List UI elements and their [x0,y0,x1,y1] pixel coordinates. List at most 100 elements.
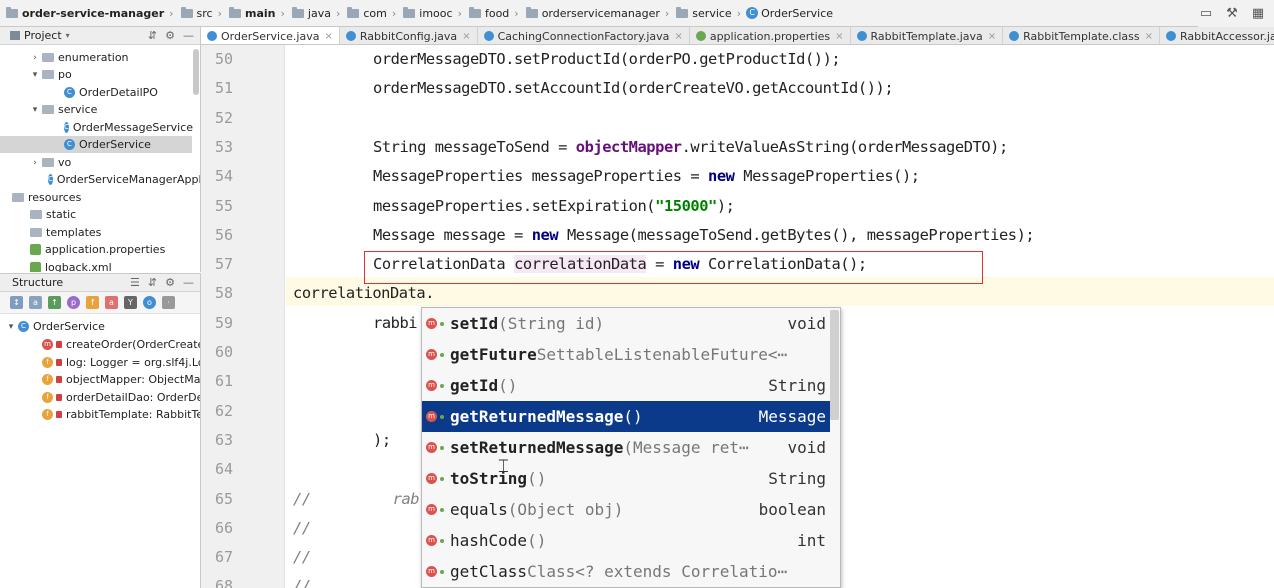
class-icon: C [18,321,29,332]
tree-item[interactable]: ▾ service [0,101,192,118]
breadcrumb-separator: › [169,6,174,20]
breadcrumb-item[interactable]: main › [227,0,290,26]
completion-method-name: getClass [450,562,528,581]
folder-icon [6,6,18,18]
project-tool-window: Project ▾ ⇵ ⚙ — › enumeration ▾ po C OrderDet… [0,27,201,272]
chevron-down-icon[interactable]: ▾ [6,322,16,332]
tree-item[interactable]: C OrderDetailPO [0,84,192,101]
completion-item[interactable]: m getReturnedMessage() Message [422,401,830,432]
completion-item[interactable]: m getFuture SettableListenableFuture<⋯ [422,339,840,370]
close-tab-icon[interactable]: × [988,31,996,42]
completion-item[interactable]: m toString() String [422,463,840,494]
breadcrumb-separator: › [335,6,341,20]
editor-tab[interactable]: RabbitTemplate.java × [851,27,1004,44]
editor-tab[interactable]: RabbitConfig.java × [340,27,478,44]
show-non-public-icon[interactable]: a [105,296,118,309]
completion-item[interactable]: m setReturnedMessage (Message ret⋯ void [422,432,840,463]
breadcrumb-label: java [307,6,331,20]
close-tab-icon[interactable]: × [462,31,470,42]
collapse-all-icon[interactable]: ⇵ [148,29,157,42]
tree-item[interactable]: C OrderService [0,136,192,153]
breadcrumb-item[interactable]: java › [290,0,345,26]
breadcrumb-item[interactable]: food › [467,0,524,26]
completion-params: (Object obj) [507,500,624,519]
project-structure-icon[interactable]: ▦ [1250,6,1266,21]
hide-panel-icon[interactable]: — [183,29,194,42]
breadcrumb-item[interactable]: orderservicemanager › [524,0,675,26]
sort-by-visibility-icon[interactable]: ↕ [10,296,23,309]
show-inherited-icon[interactable]: ↑ [48,296,61,309]
code-completion-popup[interactable]: m setId (String id) void m getFuture Settable… [421,307,841,588]
project-panel-title[interactable]: Project [24,29,62,42]
tree-item[interactable]: resources [0,189,192,206]
editor-tab[interactable]: CachingConnectionFactory.java × [478,27,690,44]
tab-label: RabbitAccessor.java [1180,29,1274,43]
tree-item[interactable]: application.properties [0,241,192,258]
completion-item[interactable]: m hashCode() int [422,525,840,556]
public-visibility-icon [440,476,444,481]
tree-item[interactable]: logback.xml [0,259,192,272]
chevron-right-icon[interactable]: › [30,158,40,168]
completion-method-name: setReturnedMessage [450,438,624,457]
close-tab-icon[interactable]: × [1145,31,1153,42]
chevron-down-icon[interactable]: ▾ [30,105,40,115]
editor-tab[interactable]: OrderService.java × [201,27,340,44]
breadcrumb-item[interactable]: imooc › [401,0,467,26]
project-scrollbar[interactable] [193,49,199,95]
breadcrumb-item[interactable]: src › [179,0,227,26]
structure-member[interactable]: f objectMapper: ObjectMap [40,371,200,388]
structure-member[interactable]: m createOrder(OrderCreateV [40,336,200,353]
breadcrumb-item[interactable]: com › [345,0,401,26]
comment-marker: // [293,548,311,567]
structure-member[interactable]: f log: Logger = org.slf4j.Log [40,354,200,371]
lock-icon [56,393,62,401]
code-line: // [293,572,311,588]
tree-item[interactable]: COrderServiceManagerApplica [0,171,200,188]
structure-member[interactable]: f orderDetailDao: OrderDeta [40,389,200,406]
tree-item[interactable]: › vo [0,154,192,171]
keyword: new [708,167,735,186]
structure-settings-icon[interactable]: ⚙ [165,276,175,289]
tree-item[interactable]: C OrderMessageService [0,119,193,136]
chevron-right-icon[interactable]: › [30,53,40,63]
build-hammer-icon[interactable]: ⚒ [1224,6,1240,21]
breadcrumb-item[interactable]: order-service-manager › [4,0,179,26]
settings-gear-icon[interactable]: ⚙ [165,29,175,42]
editor-tab[interactable]: RabbitTemplate.class × [1003,27,1161,44]
close-tab-icon[interactable]: × [674,31,682,42]
more-icon[interactable]: · [162,296,175,309]
completion-item[interactable]: m equals (Object obj) boolean [422,494,840,525]
tree-item[interactable]: › enumeration [0,49,192,66]
structure-root[interactable]: ▾ C OrderService [6,318,105,335]
tree-item[interactable]: static [0,206,192,223]
structure-hide-icon[interactable]: — [183,276,194,289]
breadcrumb-item[interactable]: service › [674,0,746,26]
field-icon: f [42,391,53,403]
layout-icon[interactable]: ▭ [1198,6,1214,21]
structure-member[interactable]: f rabbitTemplate: RabbitTem [40,406,200,423]
editor-tab[interactable]: RabbitAccessor.java× [1160,27,1274,44]
show-properties-icon[interactable]: p [67,296,80,309]
completion-method-name: equals [450,500,508,519]
completion-item[interactable]: m setId (String id) void [422,308,840,339]
show-fields-icon[interactable]: f [86,296,99,309]
line-number: 50 [214,50,233,68]
chevron-down-icon[interactable]: ▾ [30,70,40,80]
breadcrumb-item[interactable]: C OrderService [746,0,834,26]
editor-tab[interactable]: application.properties × [690,27,851,44]
completion-scrollbar[interactable] [830,310,839,420]
tree-item[interactable]: ▾ po [0,66,192,83]
show-lambdas-icon[interactable]: Y [124,296,137,309]
breadcrumb-label: OrderService [761,6,834,20]
completion-item[interactable]: m getId() String [422,370,840,401]
line-number-gutter: 50 51 52 53 54 55 56 57 58 59 60 61 62 63 64 65 66 67 68 [201,45,285,588]
close-tab-icon[interactable]: × [835,31,843,42]
close-tab-icon[interactable]: × [324,31,332,42]
collapse-icon[interactable]: ⇵ [148,276,157,289]
tree-item[interactable]: templates [0,224,192,241]
autoscroll-icon[interactable]: o [143,296,156,309]
dropdown-icon[interactable]: ▾ [66,31,70,40]
expand-all-icon[interactable]: ☰ [130,276,140,289]
sort-alphabetically-icon[interactable]: a [29,296,42,309]
completion-item[interactable]: m getClass Class<? extends Correlatio⋯ [422,556,840,587]
